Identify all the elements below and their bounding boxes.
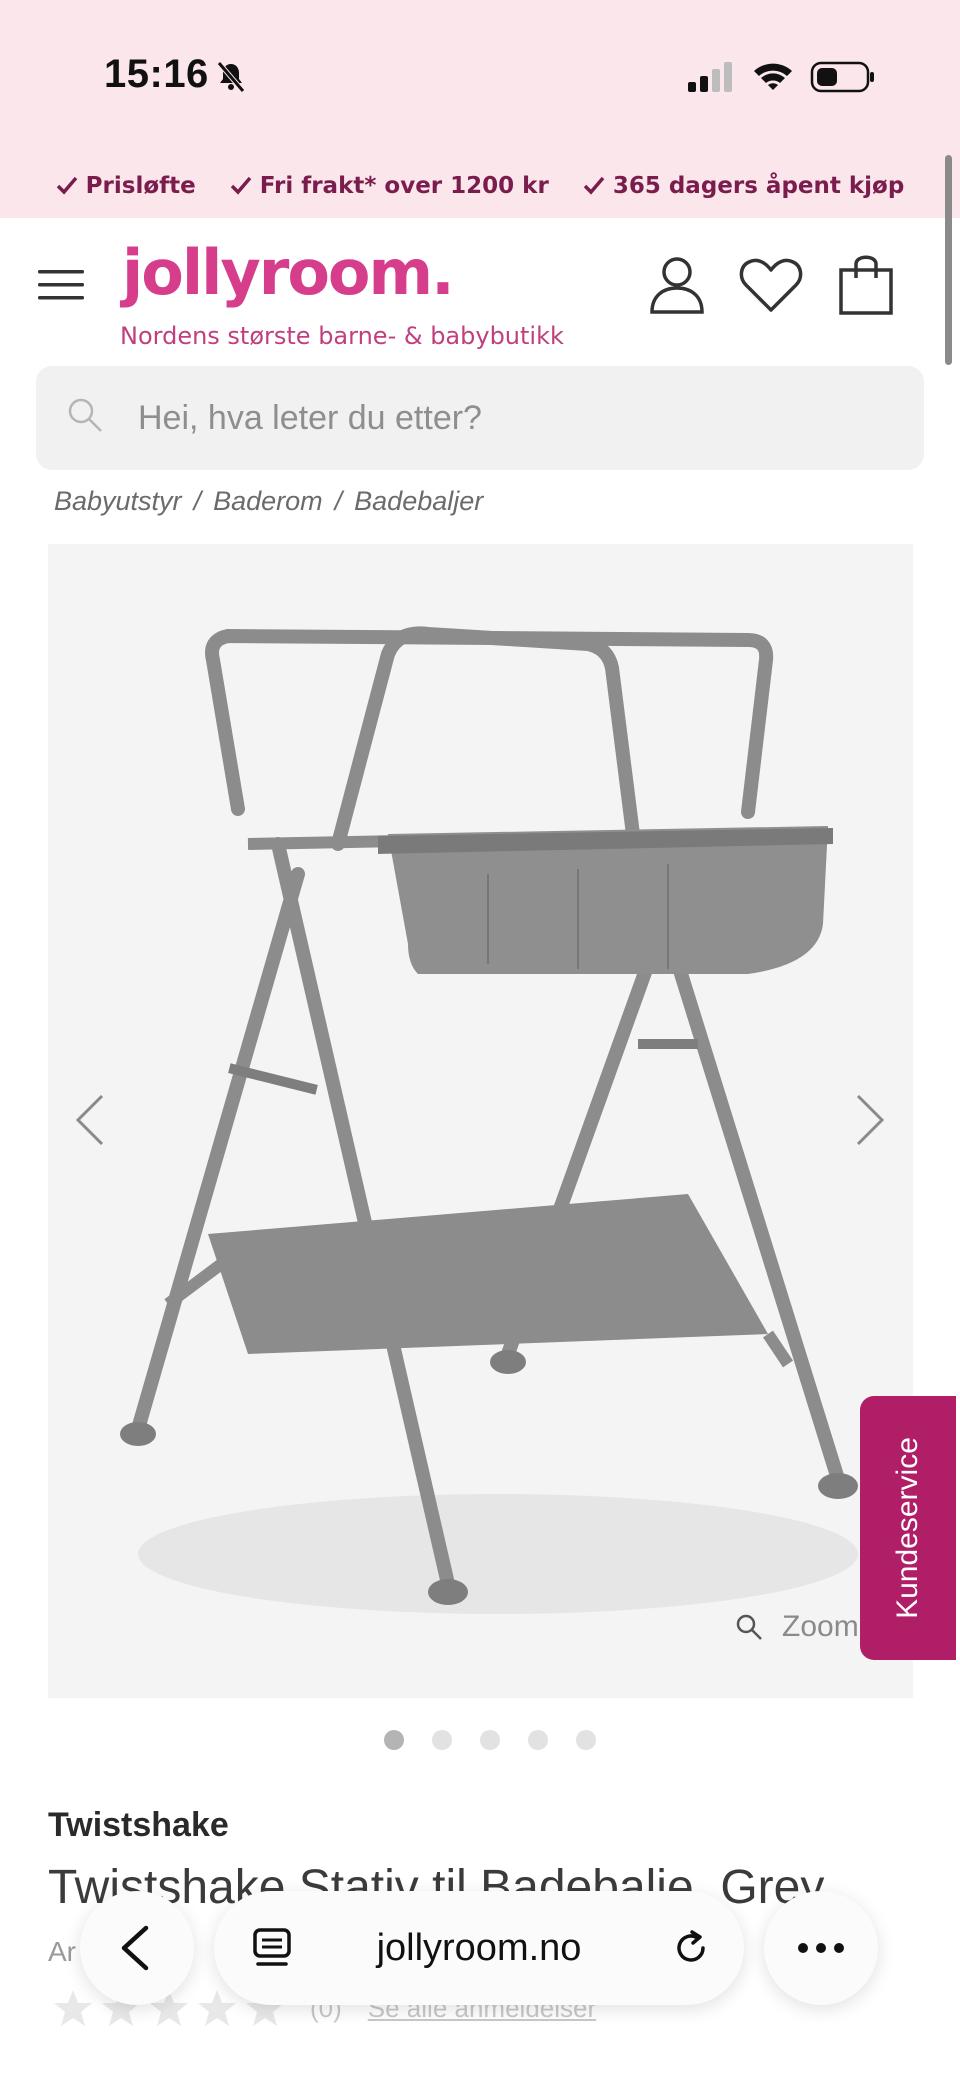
check-icon [56,176,78,195]
breadcrumb: Babyutstyr / Baderom / Badebaljer [54,486,483,517]
battery-icon [810,61,874,93]
wifi-icon [754,63,792,90]
gallery-dot[interactable] [576,1730,596,1750]
usp-label: Prisløfte [85,173,196,199]
back-chevron-icon [121,1925,149,1971]
site-tagline: Nordens største barne- & babybutikk [120,322,564,350]
customer-service-label: Kundeservice [891,1437,924,1619]
product-image-bath-stand [120,626,858,1614]
url-text: jollyroom.no [376,1927,582,1969]
site-header: jollyroom. Nordens største barne- & baby… [0,218,960,358]
gallery-prev-arrow-icon[interactable] [72,1092,108,1148]
breadcrumb-separator: / [334,486,343,516]
search-bar[interactable] [36,366,924,470]
status-time: 15:16 [104,52,209,96]
check-icon [230,176,252,195]
usp-label: Fri frakt* over 1200 kr [259,173,549,199]
site-logo[interactable]: jollyroom. [122,236,455,309]
breadcrumb-item[interactable]: Badebaljer [354,486,483,517]
usp-row: Prisløfte Fri frakt* over 1200 kr 365 da… [0,166,960,206]
gallery-dot[interactable] [480,1730,500,1750]
zoom-button[interactable]: Zoom [734,1610,859,1644]
browser-more-button[interactable] [764,1891,878,2005]
bell-muted-icon [217,61,245,93]
menu-icon[interactable] [38,268,84,302]
more-dots-icon [798,1943,844,1953]
shopping-bag-icon[interactable] [838,252,894,316]
check-icon [583,176,605,195]
page-scrollbar[interactable] [945,155,952,365]
customer-service-tab[interactable]: Kundeservice [860,1396,956,1660]
account-icon[interactable] [648,254,706,314]
search-input[interactable] [138,366,878,470]
reload-icon[interactable] [670,1927,712,1969]
product-brand[interactable]: Twistshake [48,1806,229,1845]
browser-back-button[interactable] [80,1891,194,2005]
gallery-next-arrow-icon[interactable] [852,1092,888,1148]
usp-item: Fri frakt* over 1200 kr [230,166,549,206]
breadcrumb-item[interactable]: Babyutstyr [54,486,182,517]
usp-label: 365 dagers åpent kjøp [612,173,905,199]
product-image-gallery[interactable] [48,544,913,1698]
browser-address-bar[interactable]: jollyroom.no [214,1891,744,2005]
breadcrumb-item[interactable]: Baderom [213,486,323,517]
gallery-dot[interactable] [432,1730,452,1750]
gallery-pagination [384,1730,596,1750]
gallery-dot[interactable] [528,1730,548,1750]
zoom-magnifier-icon [736,1614,762,1640]
search-icon [68,398,102,432]
star-icon [54,1990,92,2026]
gallery-dot[interactable] [384,1730,404,1750]
wishlist-heart-icon[interactable] [738,258,804,314]
breadcrumb-separator: / [193,486,202,516]
cellular-signal-icon [688,62,732,92]
zoom-label: Zoom [782,1610,859,1643]
usp-item: Prisløfte [56,166,196,206]
usp-item: 365 dagers åpent kjøp [583,166,905,206]
